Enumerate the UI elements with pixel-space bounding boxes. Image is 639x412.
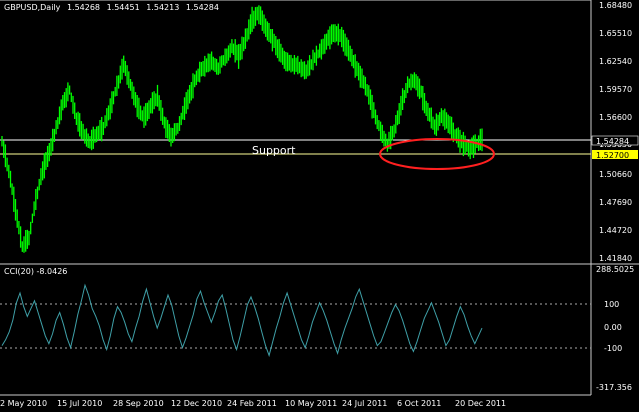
price-tick-label: 1.68480: [599, 1, 632, 10]
time-tick-label: 2 May 2010: [0, 399, 47, 408]
price-tick-label: 1.62540: [599, 57, 632, 66]
time-tick-label: 20 Dec 2011: [455, 399, 506, 408]
time-tick-label: 10 May 2011: [285, 399, 337, 408]
price-tick-label: 1.56600: [599, 113, 632, 122]
cci-tick-label: -317.356: [596, 383, 632, 392]
price-tick-label: 1.41840: [599, 254, 632, 263]
time-tick-label: 24 Feb 2011: [227, 399, 277, 408]
time-tick-label: 15 Jul 2010: [57, 399, 102, 408]
price-tick-label: 1.50660: [599, 170, 632, 179]
time-axis: 2 May 2010 15 Jul 2010 28 Sep 2010 12 De…: [0, 399, 506, 408]
time-tick-label: 28 Sep 2010: [113, 399, 164, 408]
cci-tick-label: 100: [604, 300, 619, 309]
chart-figure: GBPUSD,Daily 1.54268 1.54451 1.54213 1.5…: [0, 0, 639, 412]
current-price-tag-text: 1.54284: [596, 137, 629, 146]
price-tick-label: 1.44720: [599, 226, 632, 235]
cci-tick-label: -100: [604, 344, 622, 353]
price-tick-label: 1.59570: [599, 85, 632, 94]
price-tick-label: 1.65510: [599, 29, 632, 38]
time-tick-label: 6 Oct 2011: [397, 399, 441, 408]
main-chart-header: GBPUSD,Daily 1.54268 1.54451 1.54213 1.5…: [4, 3, 219, 12]
time-tick-label: 24 Jul 2011: [342, 399, 387, 408]
support-price-tag-text: 1.52700: [596, 151, 629, 160]
cci-tick-label: 0.00: [604, 323, 622, 332]
price-tick-label: 1.47690: [599, 198, 632, 207]
cci-header: CCI(20) -8.0426: [4, 267, 67, 276]
cci-tick-label: 288.5025: [596, 265, 634, 274]
time-tick-label: 12 Dec 2010: [171, 399, 222, 408]
chart-background: [0, 0, 639, 412]
support-label: Support: [252, 144, 296, 157]
